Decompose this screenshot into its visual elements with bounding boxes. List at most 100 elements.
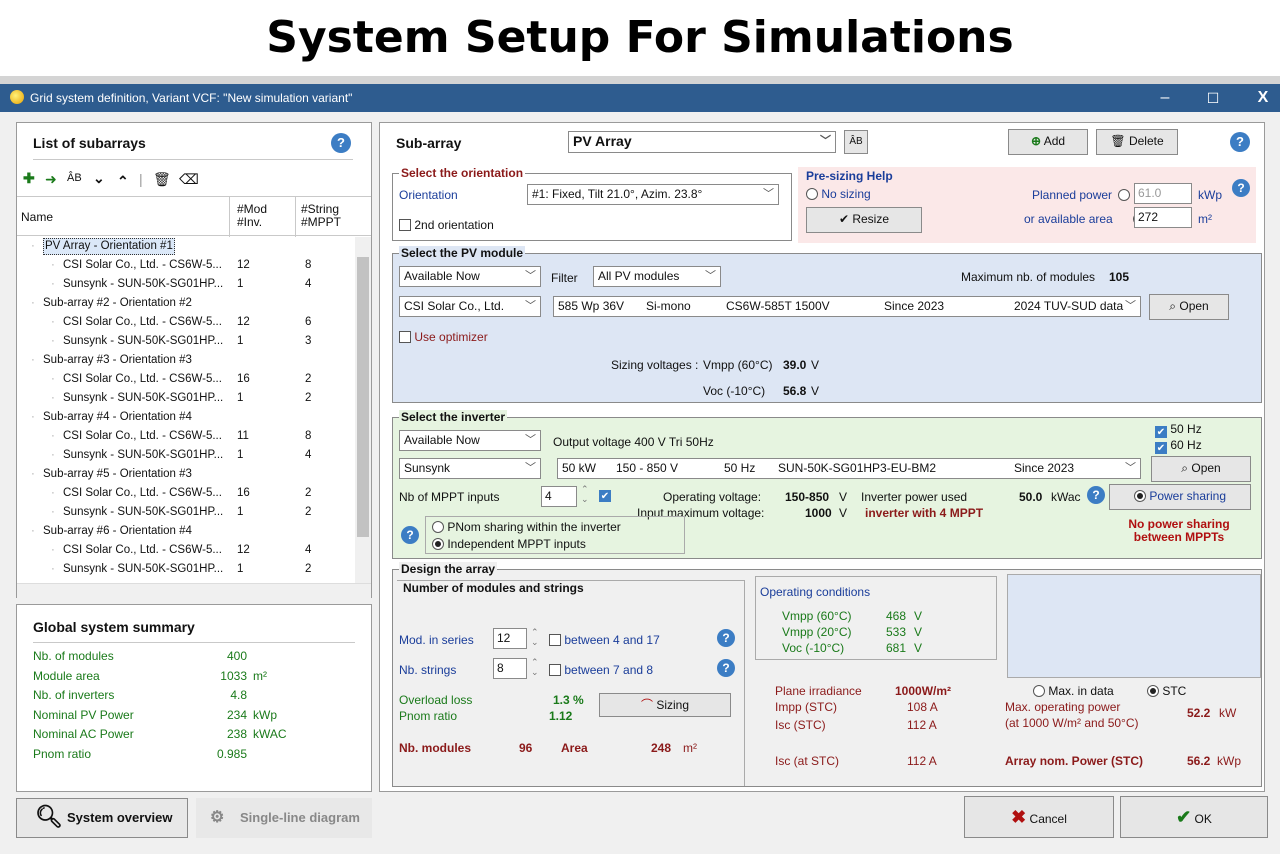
power-sharing-button[interactable]: Power sharing [1109, 484, 1251, 510]
subarray-tree-leaf[interactable]: · Sunsynk - SUN-50K-SG01HP... 1 4 [17, 446, 355, 465]
subarray-tree-leaf[interactable]: · CSI Solar Co., Ltd. - CS6W-5... 16 2 [17, 484, 355, 503]
move-up-icon[interactable]: ⌃ [117, 173, 129, 190]
summary-row: Nb. of inverters 4.8 [33, 688, 247, 702]
add-subarray-icon[interactable]: ✚ [23, 170, 35, 187]
inverter-manufacturer-select[interactable]: Sunsynk ﹀ [399, 458, 541, 479]
move-down-icon[interactable]: ⌄ [93, 170, 105, 187]
tree-scrollbar[interactable] [355, 237, 371, 583]
rename-icon[interactable]: ÂB [67, 172, 82, 184]
mppt-checkbox[interactable]: ✔ [599, 490, 611, 502]
tree-item-mod: 12 [237, 316, 250, 328]
subarray-tree-node[interactable]: · Sub-array #4 - Orientation #4 [17, 408, 355, 427]
tree-hscrollbar[interactable] [17, 583, 371, 598]
strings-input[interactable]: 8 [493, 658, 527, 679]
stc-radio[interactable]: STC [1147, 684, 1186, 698]
pnom-sharing-radio[interactable]: PNom sharing within the inverter [432, 520, 621, 534]
system-overview-button[interactable]: 🔍︎ System overview [16, 798, 188, 838]
single-line-diagram-button[interactable]: ⚙ Single-line diagram [196, 798, 372, 838]
series-input[interactable]: 12 [493, 628, 527, 649]
mppt-spinner[interactable]: ⌃ ⌄ [581, 484, 589, 504]
planned-power-radio[interactable] [1118, 189, 1130, 201]
series-spinner[interactable]: ⌃ ⌄ [531, 627, 539, 647]
tree-item-str: 3 [305, 335, 312, 347]
presizing-group: Pre-sizing Help No sizing ✔ Resize Plann… [798, 167, 1256, 243]
orientation-select[interactable]: #1: Fixed, Tilt 21.0°, Azim. 23.8° ﹀ [527, 184, 779, 205]
subarray-tree-leaf[interactable]: · CSI Solar Co., Ltd. - CS6W-5... 12 8 [17, 256, 355, 275]
inverter-model-select[interactable]: 50 kW 150 - 850 V 50 Hz SUN-50K-SG01HP3-… [557, 458, 1141, 479]
module-open-button[interactable]: ⌕ Open [1149, 294, 1229, 320]
window-titlebar: Grid system definition, Variant VCF: "Ne… [0, 84, 1280, 112]
delete-button[interactable]: 🗑 Delete [1096, 129, 1178, 155]
orientation-title: Select the orientation [399, 166, 526, 180]
ok-button[interactable]: ✔ OK [1120, 796, 1268, 838]
manufacturer-select[interactable]: CSI Solar Co., Ltd. ﹀ [399, 296, 541, 317]
planned-power-label: Planned power [1032, 188, 1113, 202]
subarray-tree: · PV Array - Orientation #1 · CSI Solar Co.… [17, 237, 355, 583]
series-range-checkbox[interactable]: between 4 and 17 [549, 633, 660, 647]
help-icon[interactable]: ? [717, 659, 735, 677]
cancel-button[interactable]: ✖ Cancel [964, 796, 1114, 838]
subarray-tree-node[interactable]: · Sub-array #3 - Orientation #3 [17, 351, 355, 370]
subarray-tree-leaf[interactable]: · Sunsynk - SUN-50K-SG01HP... 1 2 [17, 503, 355, 522]
rename-subarray-icon[interactable]: ÂB [844, 130, 868, 154]
eraser-icon[interactable]: ⌫ [179, 171, 199, 188]
module-select[interactable]: 585 Wp 36V Si-mono CS6W-585T 1500V Since… [553, 296, 1141, 317]
tree-item-mod: 1 [237, 392, 244, 404]
planned-power-input[interactable]: 61.0 [1134, 183, 1192, 204]
second-orientation-checkbox[interactable]: 2nd orientation [399, 218, 494, 232]
resize-button[interactable]: ✔ Resize [806, 207, 922, 233]
60hz-checkbox[interactable]: ✔ 60 Hz [1155, 438, 1202, 454]
subarray-tree-leaf[interactable]: · Sunsynk - SUN-50K-SG01HP... 1 3 [17, 332, 355, 351]
inverter-open-button[interactable]: ⌕ Open [1151, 456, 1251, 482]
subarray-tree-leaf[interactable]: · Sunsynk - SUN-50K-SG01HP... 1 2 [17, 560, 355, 579]
tree-item-name: CSI Solar Co., Ltd. - CS6W-5... [63, 259, 222, 271]
subarray-tree-leaf[interactable]: · Sunsynk - SUN-50K-SG01HP... 1 4 [17, 275, 355, 294]
help-icon[interactable]: ? [1087, 486, 1105, 504]
no-sizing-radio[interactable]: No sizing [806, 187, 871, 201]
impp-value: 108 A [907, 700, 938, 714]
help-icon[interactable]: ? [401, 526, 419, 544]
magnifier-icon: ⌕ [1169, 299, 1177, 313]
subarray-tree-leaf[interactable]: · CSI Solar Co., Ltd. - CS6W-5... 12 6 [17, 313, 355, 332]
filter-select[interactable]: All PV modules ﹀ [593, 266, 721, 287]
subarray-tree-node[interactable]: · Sub-array #6 - Orientation #4 [17, 522, 355, 541]
mppt-inputs-input[interactable]: 4 [541, 486, 577, 507]
tree-item-name: Sunsynk - SUN-50K-SG01HP... [63, 449, 224, 461]
max-in-data-radio[interactable]: Max. in data [1033, 684, 1114, 698]
col-mod: #Mod #Inv. [237, 202, 268, 229]
tree-item-name: Sunsynk - SUN-50K-SG01HP... [63, 563, 224, 575]
subarray-name-input[interactable]: PV Array ﹀ [568, 131, 836, 153]
use-optimizer-checkbox[interactable]: Use optimizer [399, 330, 488, 344]
available-area-input[interactable]: 272 [1134, 207, 1192, 228]
help-icon[interactable]: ? [1232, 179, 1250, 197]
duplicate-icon[interactable]: ➜ [45, 171, 57, 188]
availability-select[interactable]: Available Now ﹀ [399, 266, 541, 287]
subarray-tree-leaf[interactable]: · Sunsynk - SUN-50K-SG01HP... 1 2 [17, 389, 355, 408]
help-icon[interactable]: ? [331, 133, 351, 153]
inverter-availability-select[interactable]: Available Now ﹀ [399, 430, 541, 451]
strings-range-checkbox[interactable]: between 7 and 8 [549, 663, 653, 677]
add-button[interactable]: ⊕ Add [1008, 129, 1088, 155]
independent-mppt-radio[interactable]: Independent MPPT inputs [432, 537, 586, 551]
subarray-tree-node[interactable]: · Sub-array #2 - Orientation #2 [17, 294, 355, 313]
subarray-tree-node[interactable]: · PV Array - Orientation #1 [17, 237, 355, 256]
strings-spinner[interactable]: ⌃ ⌄ [531, 657, 539, 677]
sizing-button[interactable]: ⌒ Sizing [599, 693, 731, 717]
subarray-tree-leaf[interactable]: · CSI Solar Co., Ltd. - CS6W-5... 12 4 [17, 541, 355, 560]
close-button[interactable]: X [1248, 88, 1278, 108]
array-nominal-power-label: Array nom. Power (STC) [1005, 754, 1144, 768]
minimize-button[interactable]: – [1150, 88, 1180, 108]
subarray-tree-leaf[interactable]: · CSI Solar Co., Ltd. - CS6W-5... 11 8 [17, 427, 355, 446]
maximize-button[interactable]: ☐ [1198, 88, 1228, 108]
modules-strings-group: Number of modules and strings Mod. in se… [397, 580, 745, 786]
trash-icon[interactable]: 🗑 [153, 171, 171, 188]
magnifier-icon: ⌕ [1181, 461, 1189, 475]
help-icon[interactable]: ? [1230, 132, 1250, 152]
subarray-tree-node[interactable]: · Sub-array #5 - Orientation #3 [17, 465, 355, 484]
help-icon[interactable]: ? [717, 629, 735, 647]
50hz-checkbox[interactable]: ✔ 50 Hz [1155, 422, 1202, 438]
summary-row: Pnom ratio 0.985 [33, 746, 247, 761]
subarray-tree-leaf[interactable]: · CSI Solar Co., Ltd. - CS6W-5... 16 2 [17, 370, 355, 389]
design-title: Design the array [399, 562, 498, 576]
window-title: Grid system definition, Variant VCF: "Ne… [30, 91, 353, 105]
